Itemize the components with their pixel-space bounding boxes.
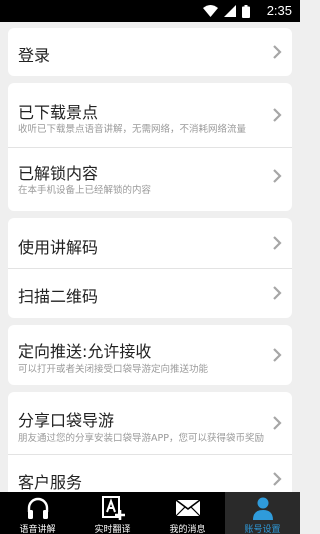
person-icon — [252, 497, 273, 520]
push-row[interactable]: 定向推送:允许接收 可以打开或者关闭接受口袋导游定向推送功能 — [8, 325, 292, 385]
chevron-right-icon — [273, 45, 282, 59]
card-more: 分享口袋导游 朋友通过您的分享安装口袋导游APP，您可以获得袋币奖励 客户服务 — [8, 392, 292, 492]
headphones-icon — [27, 497, 48, 519]
downloaded-row[interactable]: 已下载景点 收听已下载景点语音讲解，无需网络，不消耗网络流量 — [8, 83, 292, 147]
chevron-right-icon — [273, 348, 282, 362]
tab-messages[interactable]: 我的消息 — [150, 492, 225, 534]
share-row[interactable]: 分享口袋导游 朋友通过您的分享安装口袋导游APP，您可以获得袋币奖励 — [8, 392, 292, 454]
push-title: 定向推送:允许接收 — [18, 342, 152, 361]
chevron-right-icon — [273, 286, 282, 300]
chevron-right-icon — [273, 169, 282, 183]
code-row[interactable]: 使用讲解码 — [8, 218, 292, 268]
settings-list: 登录 已下载景点 收听已下载景点语音讲解，无需网络，不消耗网络流量 已解锁内容 … — [0, 22, 300, 492]
tab-translate[interactable]: 实时翻译 — [75, 492, 150, 534]
signal-icon — [224, 5, 236, 17]
downloaded-title: 已下载景点 — [18, 103, 99, 122]
tab-label: 我的消息 — [169, 525, 206, 534]
downloaded-subtitle: 收听已下载景点语音讲解，无需网络，不消耗网络流量 — [18, 124, 247, 135]
card-unlock-tools: 使用讲解码 扫描二维码 — [8, 218, 292, 318]
chevron-right-icon — [273, 236, 282, 250]
service-row[interactable]: 客户服务 — [8, 454, 292, 492]
service-title: 客户服务 — [18, 473, 83, 492]
unlocked-row[interactable]: 已解锁内容 在本手机设备上已经解锁的内容 — [8, 147, 292, 211]
status-icons — [203, 4, 250, 18]
card-content: 已下载景点 收听已下载景点语音讲解，无需网络，不消耗网络流量 已解锁内容 在本手… — [8, 83, 292, 211]
login-title: 登录 — [18, 46, 51, 65]
status-bar: 2:35 — [0, 0, 300, 22]
envelope-icon — [175, 499, 200, 517]
tab-label: 账号设置 — [244, 525, 281, 534]
card-push: 定向推送:允许接收 可以打开或者关闭接受口袋导游定向推送功能 — [8, 325, 292, 385]
unlocked-subtitle: 在本手机设备上已经解锁的内容 — [18, 185, 152, 196]
status-time: 2:35 — [266, 3, 292, 18]
share-subtitle: 朋友通过您的分享安装口袋导游APP，您可以获得袋币奖励 — [18, 433, 264, 444]
card-login: 登录 — [8, 28, 292, 76]
wifi-icon — [203, 5, 218, 17]
chevron-right-icon — [273, 108, 282, 122]
push-subtitle: 可以打开或者关闭接受口袋导游定向推送功能 — [18, 364, 209, 375]
unlocked-title: 已解锁内容 — [18, 164, 99, 183]
chevron-right-icon — [273, 416, 282, 430]
chevron-right-icon — [273, 472, 282, 486]
bottom-tab-bar: 语音讲解 实时翻译 我的消息 账号设置 — [0, 492, 300, 534]
tab-label: 实时翻译 — [94, 525, 131, 534]
code-title: 使用讲解码 — [18, 238, 99, 257]
tab-audio-guide[interactable]: 语音讲解 — [0, 492, 75, 534]
tab-label: 语音讲解 — [19, 525, 56, 534]
battery-icon — [242, 4, 250, 18]
share-title: 分享口袋导游 — [18, 411, 115, 430]
login-row[interactable]: 登录 — [8, 28, 292, 76]
tab-account-settings[interactable]: 账号设置 — [225, 492, 300, 534]
translate-icon — [101, 496, 125, 520]
qr-title: 扫描二维码 — [18, 287, 99, 306]
qr-row[interactable]: 扫描二维码 — [8, 268, 292, 318]
